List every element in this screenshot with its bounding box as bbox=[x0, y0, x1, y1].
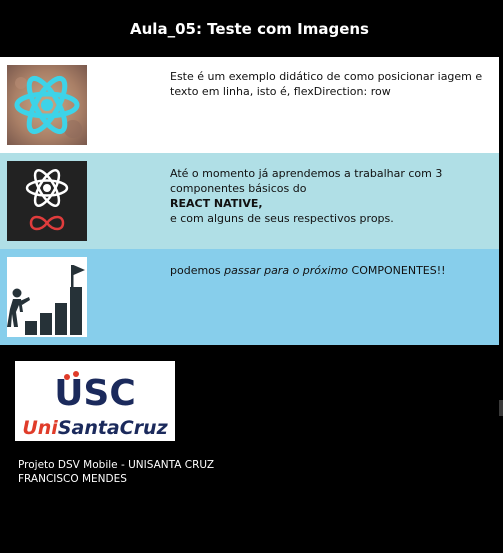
row-3-suffix: COMPONENTES!! bbox=[348, 264, 446, 277]
content-row-1: Este é um exemplo didático de como posic… bbox=[0, 57, 499, 153]
app-screen: Aula_05: Teste com Imagens Este é um exe… bbox=[0, 0, 499, 553]
page-title: Aula_05: Teste com Imagens bbox=[130, 19, 369, 38]
footer-line-1: Projeto DSV Mobile - UNISANTA CRUZ bbox=[18, 459, 215, 471]
row-3-text: podemos passar para o próximo COMPONENTE… bbox=[170, 263, 492, 278]
row-2-line-1: Até o momento já aprendemos a trabalhar … bbox=[170, 167, 443, 195]
footer-line-2: FRANCISCO MENDES bbox=[18, 473, 127, 485]
header-bar: Aula_05: Teste com Imagens bbox=[0, 0, 499, 57]
footer-text: Projeto DSV Mobile - UNISANTA CRUZ FRANC… bbox=[18, 458, 214, 486]
row-2-strong: REACT NATIVE, bbox=[170, 197, 263, 210]
content-row-3: podemos passar para o próximo COMPONENTE… bbox=[0, 249, 499, 345]
react-logo-icon bbox=[7, 65, 87, 145]
row-2-line-2: e com alguns de seus respectivos props. bbox=[170, 212, 394, 225]
scrollbar-thumb[interactable] bbox=[499, 400, 503, 416]
row-2-text: Até o momento já aprendemos a trabalhar … bbox=[170, 166, 492, 226]
scrollbar[interactable] bbox=[499, 0, 503, 553]
unisantacruz-logo: USC UniSantaCruz bbox=[15, 361, 175, 441]
row-3-emphasis: passar para o próximo bbox=[224, 264, 349, 277]
content-row-2: Até o momento já aprendemos a trabalhar … bbox=[0, 153, 499, 249]
svg-text:UniSantaCruz: UniSantaCruz bbox=[22, 417, 168, 439]
react-native-logo-icon bbox=[7, 161, 87, 241]
row-3-prefix: podemos bbox=[170, 264, 225, 277]
row-1-text: Este é um exemplo didático de como posic… bbox=[170, 70, 483, 98]
stairs-goal-icon bbox=[7, 257, 87, 337]
